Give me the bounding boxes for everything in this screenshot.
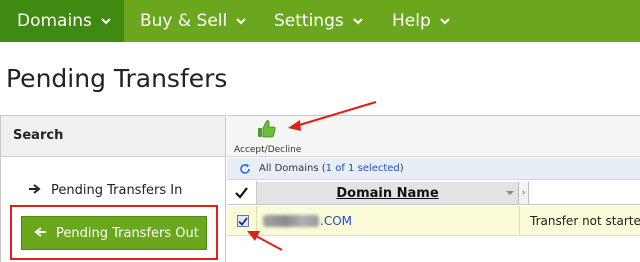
grid-header: Domain Name ›	[227, 181, 640, 205]
top-navigation: Domains Buy & Sell Settings Help	[0, 0, 640, 42]
refresh-icon[interactable]	[239, 163, 251, 175]
chevron-down-icon	[101, 17, 111, 25]
domain-suffix: .COM	[320, 214, 352, 228]
arrow-left-icon	[34, 226, 46, 241]
nav-help[interactable]: Help	[392, 0, 450, 42]
row-checkbox[interactable]	[237, 215, 249, 227]
search-header[interactable]: Search	[1, 116, 225, 157]
thumbs-up-icon[interactable]	[257, 119, 277, 139]
nav-buy-sell-label: Buy & Sell	[140, 11, 228, 31]
nav-domains-label: Domains	[17, 11, 92, 31]
main-panel: Accept/Decline All Domains ( 1 of 1 sele…	[227, 115, 640, 262]
domain-link[interactable]: .COM	[263, 214, 352, 228]
chevron-down-icon	[440, 17, 450, 25]
accept-decline-button[interactable]: Accept/Decline	[234, 145, 301, 155]
search-label: Search	[13, 128, 64, 143]
nav-settings-label: Settings	[274, 11, 344, 31]
nav-domains[interactable]: Domains	[0, 0, 124, 42]
page-title: Pending Transfers	[6, 64, 228, 93]
nav-settings[interactable]: Settings	[274, 0, 363, 42]
sidebar: Search Pending Transfers In Pending Tran…	[0, 115, 226, 262]
status-cell: Transfer not starte	[519, 206, 640, 236]
column-expand-button[interactable]: ›	[519, 182, 529, 204]
selection-count-link[interactable]: 1 of 1 selected	[326, 163, 400, 174]
column-header-label: Domain Name	[336, 185, 439, 201]
chevron-right-icon: ›	[521, 188, 526, 198]
sort-dropdown-icon[interactable]	[506, 191, 514, 195]
toolbar: Accept/Decline	[227, 116, 640, 157]
column-header-domain-name[interactable]: Domain Name	[257, 182, 519, 204]
row-checkbox-cell	[227, 206, 257, 236]
table-row[interactable]: .COM Transfer not starte	[227, 206, 640, 236]
chevron-down-icon	[353, 17, 363, 25]
sidebar-item-label: Pending Transfers In	[51, 183, 183, 198]
nav-buy-sell[interactable]: Buy & Sell	[140, 0, 246, 42]
chevron-down-icon	[236, 17, 246, 25]
sidebar-item-pending-transfers-in[interactable]: Pending Transfers In	[29, 183, 182, 198]
select-all-checkmark-icon[interactable]	[227, 181, 257, 205]
sidebar-item-label: Pending Transfers Out	[56, 225, 199, 241]
annotation-highlight-box: Pending Transfers Out	[10, 205, 218, 260]
redacted-domain-name	[263, 215, 319, 227]
transfer-status: Transfer not starte	[530, 214, 640, 228]
nav-help-label: Help	[392, 11, 431, 31]
summary-suffix: )	[399, 163, 404, 174]
arrow-right-icon	[29, 183, 41, 198]
grid-summary-bar: All Domains ( 1 of 1 selected )	[227, 158, 640, 180]
summary-prefix: All Domains (	[259, 163, 326, 174]
sidebar-item-pending-transfers-out[interactable]: Pending Transfers Out	[21, 216, 207, 250]
